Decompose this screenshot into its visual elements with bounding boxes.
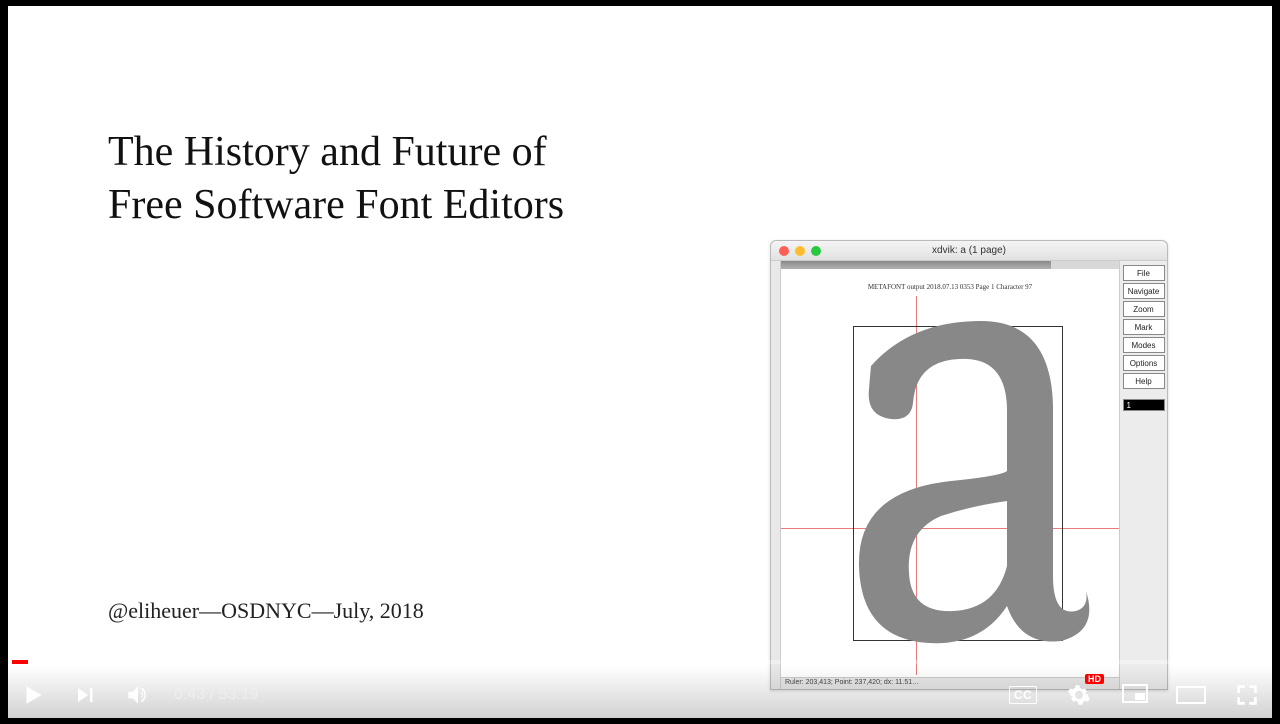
xdvi-body: METAFONT output 2018.07.13 0353 Page 1 C… [771, 261, 1167, 689]
xdvi-modes-button[interactable]: Modes [1123, 337, 1165, 353]
settings-button[interactable]: HD [1064, 680, 1094, 710]
title-line-1: The History and Future of [108, 126, 564, 179]
xdvi-top-bar-light [1051, 261, 1119, 269]
window-maximize-icon[interactable] [811, 246, 821, 256]
video-buffered [28, 660, 53, 664]
play-icon [20, 682, 46, 708]
slide-title: The History and Future of Free Software … [108, 126, 564, 231]
xdvi-drawing-area [781, 296, 1119, 675]
glyph-letter-a [831, 311, 1091, 651]
video-progress-bar[interactable] [12, 660, 1268, 664]
window-minimize-icon[interactable] [795, 246, 805, 256]
fullscreen-icon [1234, 682, 1260, 708]
volume-button[interactable] [122, 680, 152, 710]
controls-right: CC HD [1008, 680, 1262, 710]
hd-badge: HD [1085, 674, 1104, 684]
next-button[interactable] [70, 680, 100, 710]
captions-button[interactable]: CC [1008, 680, 1038, 710]
current-time: 0:43 [174, 686, 205, 703]
xdvi-window: xdvik: a (1 page) METAFONT output 2018.0… [770, 240, 1168, 690]
xdvi-file-button[interactable]: File [1123, 265, 1165, 281]
xdvi-zoom-button[interactable]: Zoom [1123, 301, 1165, 317]
xdvi-meta-text: METAFONT output 2018.07.13 0353 Page 1 C… [781, 283, 1119, 291]
cc-icon: CC [1009, 686, 1037, 704]
xdvi-sidebar: File Navigate Zoom Mark Modes Options He… [1119, 261, 1167, 689]
slide-byline: @eliheuer—OSDNYC—July, 2018 [108, 598, 424, 624]
video-played [12, 660, 28, 664]
xdvi-navigate-button[interactable]: Navigate [1123, 283, 1165, 299]
fullscreen-button[interactable] [1232, 680, 1262, 710]
video-frame: The History and Future of Free Software … [8, 6, 1272, 718]
theater-button[interactable] [1176, 680, 1206, 710]
video-controls: 0:43 / 53:19 CC HD [0, 666, 1280, 724]
xdvi-left-gutter [771, 261, 781, 689]
volume-icon [124, 682, 150, 708]
play-button[interactable] [18, 680, 48, 710]
xdvi-titlebar[interactable]: xdvik: a (1 page) [771, 241, 1167, 261]
xdvi-canvas[interactable]: METAFONT output 2018.07.13 0353 Page 1 C… [781, 261, 1119, 689]
miniplayer-icon [1122, 684, 1148, 706]
window-traffic-lights [779, 246, 821, 256]
time-display: 0:43 / 53:19 [174, 686, 259, 704]
gear-icon [1067, 683, 1091, 707]
duration: 53:19 [218, 686, 258, 703]
xdvi-options-button[interactable]: Options [1123, 355, 1165, 371]
controls-left: 0:43 / 53:19 [18, 680, 259, 710]
xdvi-window-title: xdvik: a (1 page) [771, 245, 1167, 256]
xdvi-page-thumb[interactable]: 1 [1123, 399, 1165, 411]
title-line-2: Free Software Font Editors [108, 179, 564, 232]
xdvi-help-button[interactable]: Help [1123, 373, 1165, 389]
miniplayer-button[interactable] [1120, 680, 1150, 710]
theater-icon [1176, 684, 1206, 706]
time-separator: / [205, 686, 218, 703]
next-icon [73, 683, 97, 707]
window-close-icon[interactable] [779, 246, 789, 256]
xdvi-mark-button[interactable]: Mark [1123, 319, 1165, 335]
